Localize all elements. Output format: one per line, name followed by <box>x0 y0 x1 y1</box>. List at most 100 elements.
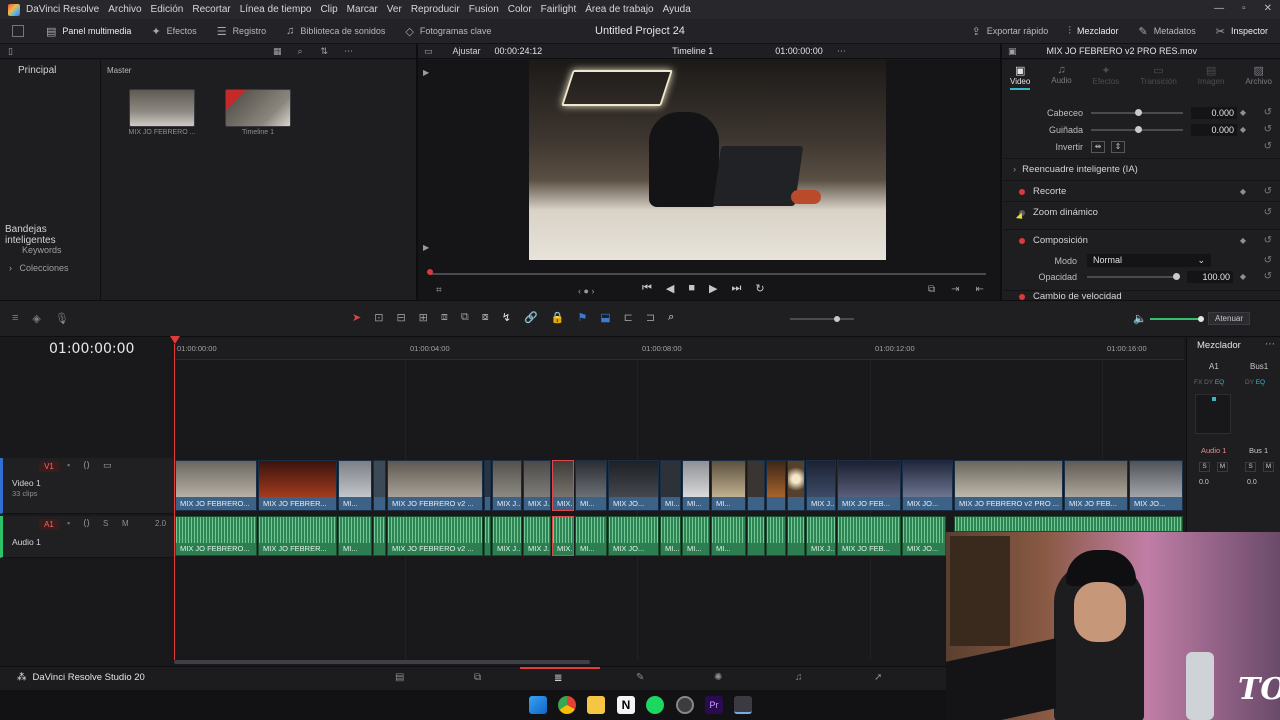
flag-icon[interactable]: ⚑ <box>577 311 587 324</box>
effects-button[interactable]: ✦ Efectos <box>151 25 196 38</box>
scrubber-bar[interactable] <box>430 273 986 275</box>
next-edit-icon[interactable]: ⇥ <box>951 284 959 295</box>
section-composite[interactable]: Composición ◆ ↺ <box>1003 229 1280 251</box>
timeline-select[interactable]: Timeline 1 <box>672 46 713 56</box>
marker-icon[interactable]: ⬓ <box>600 311 610 324</box>
spotify-icon[interactable] <box>646 696 664 714</box>
solo-button[interactable]: S <box>1245 462 1256 472</box>
reset-icon[interactable]: ↺ <box>1264 235 1272 246</box>
video-preview[interactable] <box>529 60 886 260</box>
zoom-custom-icon[interactable]: ⌕ <box>668 311 674 324</box>
flip-horizontal-icon[interactable]: ⇹ <box>1091 140 1105 153</box>
video-clip[interactable]: MI... <box>682 460 710 511</box>
minimize-icon[interactable]: — <box>1214 3 1224 14</box>
menu-edicion[interactable]: Edición <box>151 4 184 15</box>
notion-icon[interactable]: N <box>617 696 635 714</box>
audio-clip[interactable]: MI... <box>682 516 710 556</box>
video-clip[interactable]: MIX JO FEB... <box>1064 460 1128 511</box>
menu-linea-de-tiempo[interactable]: Línea de tiempo <box>240 4 312 15</box>
auto-select-icon[interactable]: ⟨⟩ <box>83 518 90 529</box>
menu-fairlight[interactable]: Fairlight <box>541 4 577 15</box>
edit-index-button[interactable]: ☰ Registro <box>217 25 266 38</box>
reset-icon[interactable]: ↺ <box>1264 124 1272 135</box>
crop-tool-icon[interactable]: ⌗ <box>436 285 442 296</box>
section-dynamic-zoom[interactable]: Zoom dinámico ↺ <box>1003 201 1280 223</box>
timeline-options-icon[interactable]: ≡ <box>12 312 18 325</box>
slider-knob[interactable] <box>1135 109 1142 116</box>
mute-button[interactable]: M <box>1217 462 1228 472</box>
mute-button[interactable]: M <box>1263 462 1274 472</box>
section-speed-change[interactable]: Cambio de velocidad <box>1003 290 1280 300</box>
audio-clip[interactable]: MIX JO FEBRERO... <box>175 516 257 556</box>
reset-icon[interactable]: ↺ <box>1264 107 1272 118</box>
audio-clip[interactable] <box>954 516 1183 532</box>
audio-clip[interactable] <box>787 516 805 556</box>
fit-select[interactable]: Ajustar <box>453 46 481 56</box>
solo-icon[interactable]: S <box>103 519 108 528</box>
page-fusion-icon[interactable]: ✎ <box>636 672 644 683</box>
video-clip[interactable]: MIX JO FEBRER... <box>258 460 337 511</box>
panel-toggle-icon[interactable]: ▯ <box>8 46 13 57</box>
audio-clip[interactable]: MIX JO... <box>902 516 946 556</box>
windows-start-icon[interactable] <box>529 696 547 714</box>
match-frame-icon[interactable]: ⧉ <box>928 284 935 295</box>
audio-clip-selected[interactable]: MIX... <box>552 516 574 556</box>
play-icon[interactable]: ▶ <box>709 282 717 295</box>
metadata-button[interactable]: ✎ Metadatos <box>1139 25 1196 38</box>
playhead-handle[interactable] <box>170 336 180 344</box>
timeline-scrollbar[interactable] <box>174 660 590 664</box>
pitch-slider[interactable] <box>1091 109 1183 116</box>
inspector-tab-audio[interactable]: ♫ Audio <box>1051 64 1071 90</box>
quick-export-button[interactable]: ⇪ Exportar rápido <box>971 25 1048 38</box>
keyframe-icon[interactable]: ◆ <box>1240 272 1246 281</box>
audio-clip[interactable]: MIX JO FEBRER... <box>258 516 337 556</box>
yaw-value[interactable]: 0.000 <box>1191 123 1237 136</box>
audio-clip[interactable] <box>766 516 786 556</box>
track-badge-v1[interactable]: V1 <box>39 461 59 472</box>
eq-icon[interactable]: EQ <box>1215 379 1224 386</box>
davinci-taskbar-icon[interactable] <box>734 696 752 714</box>
audio-clip[interactable]: MI... <box>575 516 607 556</box>
track-badge-a1[interactable]: A1 <box>39 519 59 530</box>
reset-icon[interactable]: ↺ <box>1264 255 1272 266</box>
trim-tool-icon[interactable]: ⊡ <box>374 311 383 324</box>
inspector-tab-video[interactable]: ▣ Video <box>1010 64 1031 90</box>
grid-view-icon[interactable]: ▦ <box>273 46 282 57</box>
dynamic-trim-icon[interactable]: ⊞ <box>419 311 428 324</box>
menu-reproducir[interactable]: Reproducir <box>411 4 460 15</box>
menu-recortar[interactable]: Recortar <box>192 4 230 15</box>
video-clip[interactable]: MI... <box>711 460 746 511</box>
section-smart-reframe[interactable]: › Reencuadre inteligente (IA) <box>1003 158 1280 180</box>
track-visibility-icon[interactable]: ▭ <box>103 460 112 471</box>
insert-clip-icon[interactable]: ⧈ <box>441 311 448 324</box>
bin-principal[interactable]: Principal <box>18 65 56 76</box>
video-clip[interactable]: MIX JO FEBRERO v2 ... <box>387 460 483 511</box>
audio-clip[interactable]: MI... <box>338 516 372 556</box>
inspector-tab-image[interactable]: ▤ Imagen <box>1198 64 1225 90</box>
reset-icon[interactable]: ↺ <box>1264 271 1272 282</box>
menu-marcar[interactable]: Marcar <box>347 4 378 15</box>
audio-clip[interactable]: MIX JO FEBRERO v2 ... <box>387 516 483 556</box>
video-clip[interactable]: MIX JO... <box>1129 460 1183 511</box>
page-cut-icon[interactable]: ⧉ <box>474 672 481 683</box>
video-clip[interactable]: MIX J... <box>492 460 522 511</box>
skip-to-start-icon[interactable]: ⏮ <box>642 282 652 295</box>
replace-clip-icon[interactable]: ⧇ <box>482 311 489 324</box>
video-clip[interactable]: MI... <box>575 460 607 511</box>
file-explorer-icon[interactable] <box>587 696 605 714</box>
audio-clip[interactable]: MI... <box>660 516 681 556</box>
menu-area-de-trabajo[interactable]: Área de trabajo <box>585 4 653 15</box>
viewer-options-icon[interactable]: ⋯ <box>837 46 846 57</box>
position-lock-icon[interactable]: 🔒 <box>551 311 565 324</box>
slider-knob[interactable] <box>834 316 840 322</box>
page-fairlight-icon[interactable]: ♫ <box>795 672 803 683</box>
video-clip[interactable]: MI... <box>660 460 681 511</box>
menu-archivo[interactable]: Archivo <box>108 4 141 15</box>
menu-clip[interactable]: Clip <box>320 4 337 15</box>
video-clip[interactable]: MIX JO FEBRERO... <box>175 460 257 511</box>
video-clip[interactable]: MIX JO... <box>608 460 659 511</box>
keyframe-icon[interactable]: ◆ <box>1240 236 1246 245</box>
video-clip[interactable] <box>787 460 805 511</box>
workspace-menu-icon[interactable] <box>12 25 24 37</box>
flip-vertical-icon[interactable]: ⇕ <box>1111 140 1125 153</box>
